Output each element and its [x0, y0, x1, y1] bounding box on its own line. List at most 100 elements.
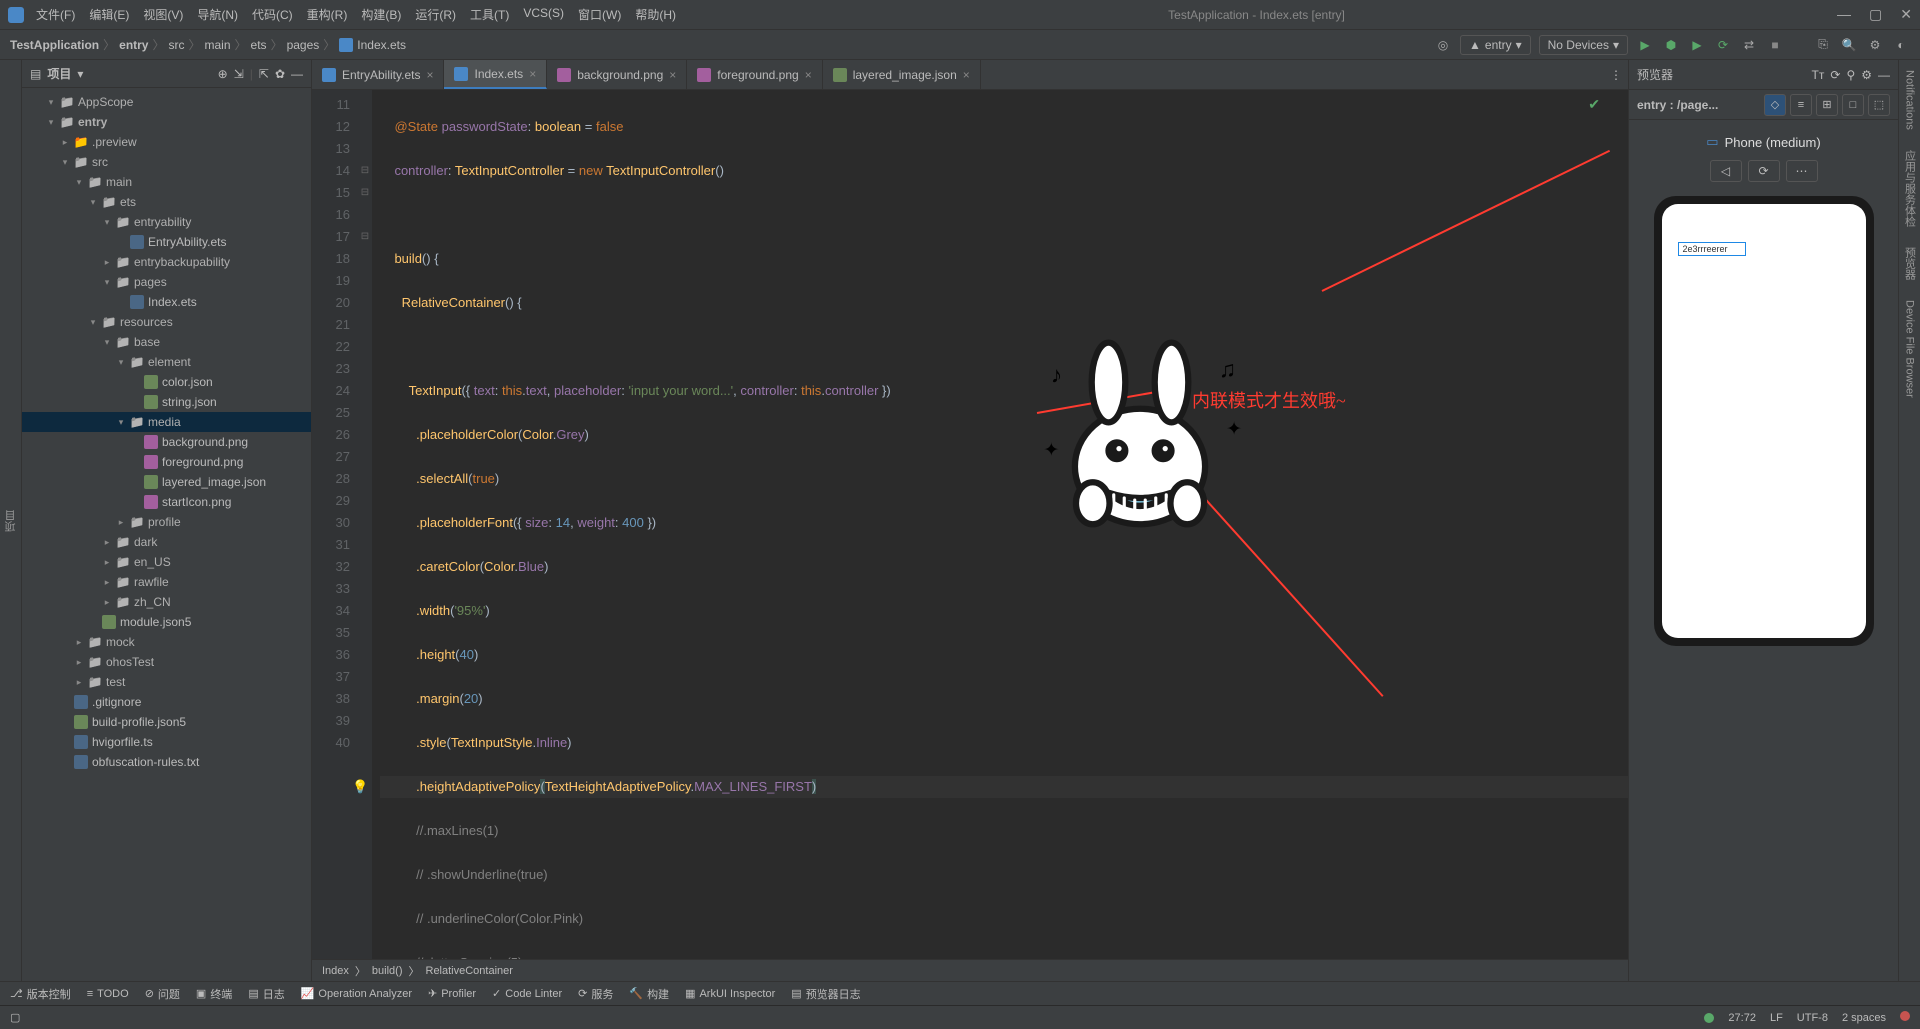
status-indent[interactable]: 2 spaces [1842, 1012, 1886, 1024]
tree-settings-icon[interactable]: ✿ [275, 67, 285, 81]
module-selector[interactable]: ▲ entry ▾ [1460, 35, 1531, 55]
tree-item-dark[interactable]: ▸dark [22, 532, 311, 552]
menu-window[interactable]: 窗口(W) [578, 6, 621, 23]
device-rotate-button[interactable]: ⟳ [1748, 160, 1780, 182]
bottom-problems[interactable]: ⊘ 问题 [145, 986, 180, 1002]
minimize-icon[interactable]: — [1837, 6, 1851, 23]
ecrumb-1[interactable]: build() [372, 965, 403, 977]
restart-icon[interactable]: ⟳ [1714, 36, 1732, 54]
menu-tools[interactable]: 工具(T) [470, 6, 509, 23]
tree-item-layered_image-json[interactable]: layered_image.json [22, 472, 311, 492]
tab-close-icon[interactable]: × [426, 68, 433, 82]
stripe-device-browser[interactable]: Device File Browser [1904, 300, 1916, 398]
crumb-0[interactable]: TestApplication [10, 38, 99, 52]
tab-index-ets[interactable]: Index.ets× [444, 60, 547, 89]
crumb-6[interactable]: Index.ets [357, 38, 406, 52]
tree-item-foreground-png[interactable]: foreground.png [22, 452, 311, 472]
menu-edit[interactable]: 编辑(E) [89, 6, 129, 23]
tree-item--gitignore[interactable]: .gitignore [22, 692, 311, 712]
bottom-log[interactable]: ▤ 日志 [248, 986, 284, 1002]
device-selector[interactable]: No Devices ▾ [1539, 35, 1628, 55]
avatar-icon[interactable]: ◐ [1892, 36, 1910, 54]
menu-view[interactable]: 视图(V) [143, 6, 183, 23]
crumb-4[interactable]: ets [251, 38, 267, 52]
status-line-sep[interactable]: LF [1770, 1012, 1783, 1024]
tree-item-resources[interactable]: ▾resources [22, 312, 311, 332]
tree-item--preview[interactable]: ▸.preview [22, 132, 311, 152]
menu-vcs[interactable]: VCS(S) [523, 6, 564, 23]
tree-item-zh_cn[interactable]: ▸zh_CN [22, 592, 311, 612]
close-icon[interactable]: ✕ [1900, 6, 1912, 23]
menu-code[interactable]: 代码(C) [252, 6, 293, 23]
crumb-2[interactable]: src [169, 38, 185, 52]
tab-close-icon[interactable]: × [805, 68, 812, 82]
tree-target-icon[interactable]: ⊕ [218, 67, 228, 81]
lightbulb-icon[interactable]: 💡 [352, 776, 368, 798]
tree-item-main[interactable]: ▾main [22, 172, 311, 192]
tab-close-icon[interactable]: × [529, 67, 536, 81]
tree-item-en_us[interactable]: ▸en_US [22, 552, 311, 572]
tab-background-png[interactable]: background.png× [547, 60, 687, 89]
tree-item-color-json[interactable]: color.json [22, 372, 311, 392]
menu-navigate[interactable]: 导航(N) [197, 6, 238, 23]
attach-icon[interactable]: ⇄ [1740, 36, 1758, 54]
tree-item-build-profile-json5[interactable]: build-profile.json5 [22, 712, 311, 732]
tree-item-entryability-ets[interactable]: EntryAbility.ets [22, 232, 311, 252]
status-sidebar-icon[interactable]: ▢ [10, 1011, 20, 1024]
tree-item-element[interactable]: ▾element [22, 352, 311, 372]
bottom-todo[interactable]: ≡ TODO [87, 988, 129, 1000]
tree-item-ets[interactable]: ▾ets [22, 192, 311, 212]
dropdown-icon[interactable]: ▾ [77, 67, 83, 81]
tree-item-starticon-png[interactable]: startIcon.png [22, 492, 311, 512]
tab-layered_image-json[interactable]: layered_image.json× [823, 60, 981, 89]
tree-item-mock[interactable]: ▸mock [22, 632, 311, 652]
preview-mode-3[interactable]: ⊞ [1816, 94, 1838, 116]
tree-item-rawfile[interactable]: ▸rawfile [22, 572, 311, 592]
status-encoding[interactable]: UTF-8 [1797, 1012, 1828, 1024]
bottom-arkui[interactable]: ▦ ArkUI Inspector [685, 987, 775, 1000]
target-icon[interactable]: ◎ [1434, 36, 1452, 54]
ecrumb-2[interactable]: RelativeContainer [426, 965, 513, 977]
tab-entryability-ets[interactable]: EntryAbility.ets× [312, 60, 444, 89]
debug-icon[interactable]: ⬢ [1662, 36, 1680, 54]
tree-expand-icon[interactable]: ⇲ [234, 67, 244, 81]
bottom-previewlog[interactable]: ▤ 预览器日志 [791, 986, 860, 1002]
status-caret-pos[interactable]: 27:72 [1728, 1012, 1756, 1024]
preview-hide-icon[interactable]: — [1878, 68, 1890, 82]
stripe-project[interactable]: 项目 [3, 510, 19, 532]
tree-item-hvigorfile-ts[interactable]: hvigorfile.ts [22, 732, 311, 752]
tree-item-appscope[interactable]: ▾AppScope [22, 92, 311, 112]
tabs-menu-icon[interactable]: ⋮ [1604, 60, 1628, 89]
menu-run[interactable]: 运行(R) [415, 6, 456, 23]
stop-icon[interactable]: ■ [1766, 36, 1784, 54]
stripe-app-check[interactable]: 应用与服务体检 [1902, 150, 1918, 227]
tree-item-profile[interactable]: ▸profile [22, 512, 311, 532]
code-content[interactable]: @State passwordState: boolean = false co… [372, 90, 1628, 959]
preview-mode-2[interactable]: ≡ [1790, 94, 1812, 116]
tree-item-index-ets[interactable]: Index.ets [22, 292, 311, 312]
git-icon[interactable]: ⎘ [1814, 36, 1832, 54]
code-editor[interactable]: 1112131415161718192021222324252627282930… [312, 90, 1628, 959]
bottom-profiler[interactable]: ✈ Profiler [428, 987, 476, 1000]
search-icon[interactable]: 🔍 [1840, 36, 1858, 54]
bottom-services[interactable]: ⟳ 服务 [578, 986, 613, 1002]
tree-item-ohostest[interactable]: ▸ohosTest [22, 652, 311, 672]
inspect-icon[interactable]: ⚲ [1846, 68, 1855, 82]
tree-item-base[interactable]: ▾base [22, 332, 311, 352]
tree-item-obfuscation-rules-txt[interactable]: obfuscation-rules.txt [22, 752, 311, 772]
menu-help[interactable]: 帮助(H) [635, 6, 676, 23]
stripe-notifications[interactable]: Notifications [1904, 70, 1916, 130]
crumb-5[interactable]: pages [287, 38, 320, 52]
tab-close-icon[interactable]: × [669, 68, 676, 82]
device-screen[interactable]: 2e3rrreerer [1662, 204, 1866, 638]
tree-hide-icon[interactable]: — [291, 67, 303, 81]
tree-item-media[interactable]: ▾media [22, 412, 311, 432]
tree-item-pages[interactable]: ▾pages [22, 272, 311, 292]
tree-item-src[interactable]: ▾src [22, 152, 311, 172]
tree-item-entry[interactable]: ▾entry [22, 112, 311, 132]
text-icon[interactable]: Tᴛ [1812, 68, 1825, 82]
menu-refactor[interactable]: 重构(R) [307, 6, 348, 23]
preview-mode-5[interactable]: ⬚ [1868, 94, 1890, 116]
preview-text-input[interactable]: 2e3rrreerer [1678, 242, 1746, 256]
project-tree[interactable]: ▾AppScope▾entry▸.preview▾src▾main▾ets▾en… [22, 88, 311, 981]
